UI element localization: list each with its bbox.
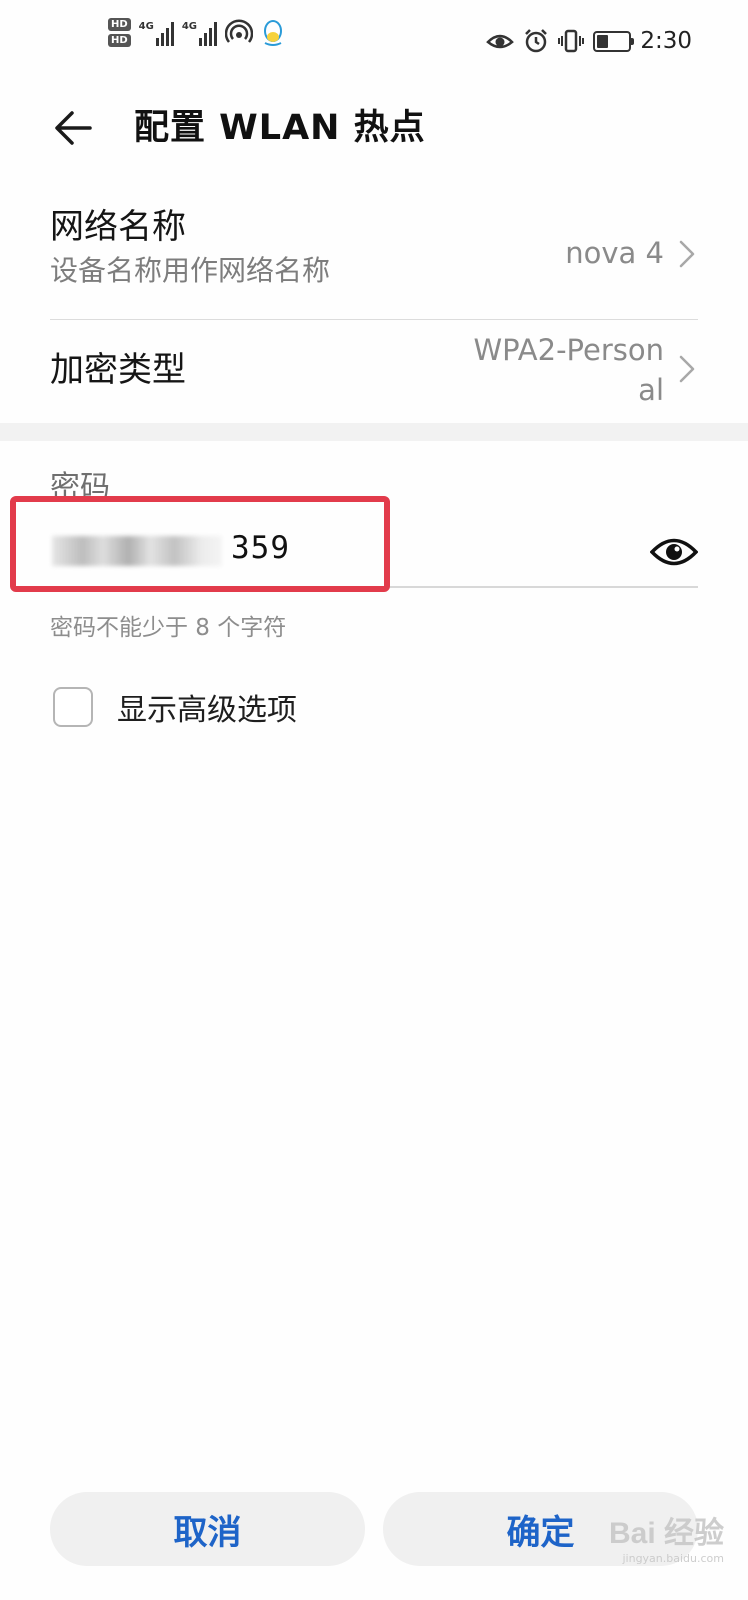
alarm-icon [525,29,548,53]
watermark-sub: jingyan.baidu.com [622,1552,724,1565]
page-title: 配置 WLAN 热点 [134,108,426,148]
network-name-row[interactable]: 网络名称 设备名称用作网络名称 nova 4 [50,203,698,315]
battery-icon [593,30,635,52]
cancel-button[interactable]: 取消 [50,1492,365,1566]
qq-icon [264,19,283,46]
status-right: 2:30 [486,28,692,54]
advanced-options-checkbox[interactable] [53,687,93,727]
chevron-right-icon [679,355,695,383]
status-left: HD HD 4G 4G [108,18,285,47]
hotspot-icon [225,18,254,43]
eye-icon[interactable] [650,535,698,569]
hd-badge-1: HD [108,18,131,31]
password-hint: 密码不能少于 8 个字符 [50,615,287,641]
encryption-type-row[interactable]: 加密类型 WPA2-Person al [50,324,698,420]
app-bar: 配置 WLAN 热点 [0,86,748,170]
signal-icon-sim2: 4G [181,20,218,46]
watermark: Bai 经验 jingyan.baidu.com [609,1508,724,1565]
encryption-title: 加密类型 [50,350,186,390]
signal-icon-sim1: 4G [139,20,174,46]
advanced-options-row[interactable]: 显示高级选项 [53,685,297,729]
eye-comfort-icon [486,34,515,49]
row-divider [50,319,698,320]
network-name-value: nova 4 [565,236,664,270]
hd-icon: HD HD [108,18,131,47]
chevron-right-icon [679,240,695,268]
encryption-value-line2: al [638,373,664,407]
section-separator [0,423,748,441]
status-bar: HD HD 4G 4G 2:30 [0,0,748,86]
watermark-main: Bai 经验 [608,1517,724,1550]
encryption-value: WPA2-Person al [473,330,664,410]
encryption-value-line1: WPA2-Person [473,333,664,367]
network-type-2: 4G [181,20,198,32]
advanced-options-label: 显示高级选项 [117,693,297,728]
password-highlight-box [10,496,390,592]
vibrate-icon [558,29,585,53]
clock: 2:30 [640,28,692,54]
arrow-left-icon[interactable] [50,104,98,152]
network-type-1: 4G [138,20,154,32]
hd-badge-2: HD [108,34,131,47]
